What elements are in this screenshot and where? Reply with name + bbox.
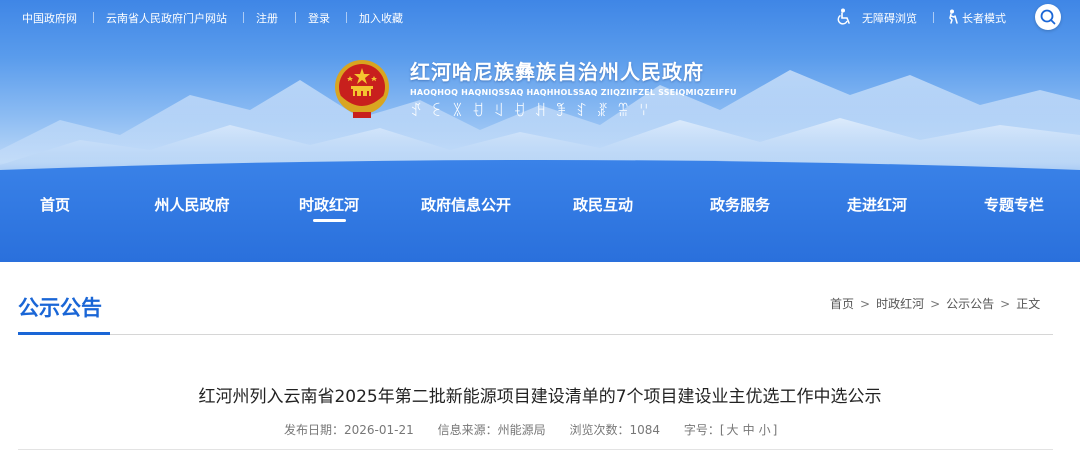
info-source: 信息来源：州能源局 (438, 421, 546, 438)
nav-discover-honghe[interactable]: 走进红河 (847, 194, 907, 215)
section-title-accent (18, 332, 110, 335)
divider (346, 12, 347, 23)
accessibility-link[interactable]: 无障碍浏览 (862, 10, 917, 26)
breadcrumb-body: 正文 (1016, 297, 1041, 311)
nav-active-indicator (313, 219, 346, 222)
elder-mode-link[interactable]: 长者模式 (962, 10, 1006, 26)
page: 中国政府网 云南省人民政府门户网站 注册 登录 加入收藏 无障碍浏览 长者模式 (0, 0, 1080, 469)
divider (243, 12, 244, 23)
font-size-medium-button[interactable]: 中 (743, 421, 755, 438)
nav-state-government[interactable]: 州人民政府 (154, 194, 229, 215)
link-yunnan-portal[interactable]: 云南省人民政府门户网站 (106, 10, 227, 26)
breadcrumb: 首页 > 时政红河 > 公示公告 > 正文 (830, 295, 1040, 312)
link-login[interactable]: 登录 (308, 10, 330, 26)
section-title: 公示公告 (18, 296, 102, 320)
meta-divider (18, 449, 1053, 450)
search-button[interactable] (1035, 4, 1061, 30)
font-size-bracket-open: [ (719, 423, 725, 437)
link-register[interactable]: 注册 (256, 10, 278, 26)
breadcrumb-announcements[interactable]: 公示公告 (946, 295, 994, 312)
search-icon (1040, 9, 1056, 25)
wheelchair-icon[interactable] (836, 8, 852, 25)
nav-public-interaction[interactable]: 政民互动 (573, 194, 633, 215)
info-source-value: 州能源局 (497, 423, 546, 437)
font-size-control: 字号：[大中小] (684, 421, 777, 438)
nav-gov-info-disclosure[interactable]: 政府信息公开 (421, 194, 511, 215)
breadcrumb-separator: > (1000, 297, 1011, 311)
font-size-bracket-close: ] (772, 423, 778, 437)
divider (933, 12, 934, 23)
view-count: 浏览次数：1084 (569, 421, 660, 438)
site-subtitle: HAOQHOQ HAQNIQSSAQ HAQHHOLSSAQ ZIIQZIIFZ… (410, 88, 737, 97)
publish-date-value: 2026-01-21 (344, 423, 414, 437)
header-banner: 中国政府网 云南省人民政府门户网站 注册 登录 加入收藏 无障碍浏览 长者模式 (0, 0, 1080, 262)
national-emblem-logo (335, 60, 389, 118)
top-bar: 中国政府网 云南省人民政府门户网站 注册 登录 加入收藏 无障碍浏览 长者模式 (0, 0, 1080, 34)
article-title: 红河州列入云南省2025年第二批新能源项目建设清单的7个项目建设业主优选工作中选… (198, 387, 882, 407)
nav-gov-services[interactable]: 政务服务 (710, 194, 770, 215)
nav-special-topics[interactable]: 专题专栏 (984, 194, 1044, 215)
article-meta: 发布日期：2026-01-21 信息来源：州能源局 浏览次数：1084 字号：[… (284, 421, 797, 438)
font-size-label: 字号： (683, 423, 720, 437)
view-count-label: 浏览次数： (569, 423, 630, 437)
divider (93, 12, 94, 23)
section-divider (18, 334, 1053, 335)
publish-date-label: 发布日期： (284, 423, 345, 437)
elder-icon[interactable] (946, 9, 959, 24)
info-source-label: 信息来源： (437, 423, 498, 437)
breadcrumb-separator: > (930, 297, 941, 311)
breadcrumb-home[interactable]: 首页 (830, 295, 854, 312)
breadcrumb-separator: > (860, 297, 871, 311)
nav-home[interactable]: 首页 (40, 194, 70, 215)
site-title: 红河哈尼族彝族自治州人民政府 (410, 60, 704, 84)
link-add-favorite[interactable]: 加入收藏 (359, 10, 403, 26)
site-yi-script: ꀋꏂꇓꀀꆹꀀꃅꊈꆏꁬꍅꈌ (410, 102, 659, 120)
font-size-large-button[interactable]: 大 (727, 421, 739, 438)
font-size-small-button[interactable]: 小 (759, 421, 771, 438)
view-count-value: 1084 (629, 423, 661, 437)
link-gov-cn[interactable]: 中国政府网 (22, 10, 77, 26)
main-nav: 首页 州人民政府 时政红河 政府信息公开 政民互动 政务服务 走进红河 专题专栏 (0, 166, 1080, 262)
divider (295, 12, 296, 23)
breadcrumb-current-affairs[interactable]: 时政红河 (876, 295, 924, 312)
publish-date: 发布日期：2026-01-21 (284, 421, 414, 438)
nav-current-affairs[interactable]: 时政红河 (299, 194, 359, 215)
